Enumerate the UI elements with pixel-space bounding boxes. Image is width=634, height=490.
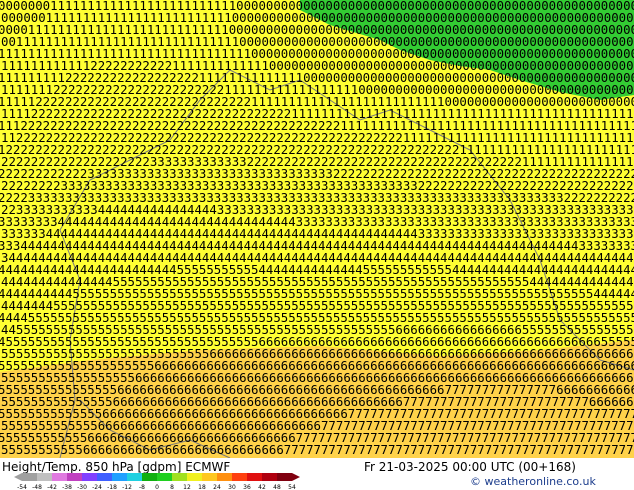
scale-swatch [22, 473, 37, 481]
contour-labels: 0000000111111111111111111111111100000000… [0, 0, 634, 457]
scale-swatch [52, 473, 67, 481]
scale-tick-label: -8 [139, 484, 145, 490]
scale-swatch [262, 473, 277, 481]
map-footer: Height/Temp. 850 hPa [gdpm] ECMWF Fr 21-… [0, 458, 634, 490]
scale-tick-label: -54 [17, 484, 27, 490]
scale-swatch [142, 473, 157, 481]
scale-tick-label: 48 [273, 484, 281, 490]
scale-tick-label: 36 [243, 484, 251, 490]
scale-tick-label: 0 [155, 484, 159, 490]
scale-tick-label: 24 [213, 484, 221, 490]
valid-time: Fr 21-03-2025 00:00 UTC (00+168) [364, 460, 576, 474]
scale-arrow-right [292, 473, 300, 481]
site-credit[interactable]: © weatheronline.co.uk [470, 475, 596, 488]
contour-label-row: 5555555555566666666666666666666666666677… [1, 443, 634, 457]
scale-swatch [232, 473, 247, 481]
scale-swatch [37, 473, 52, 481]
scale-tick-label: 30 [228, 484, 236, 490]
scale-swatch [202, 473, 217, 481]
scale-swatch [217, 473, 232, 481]
scale-tick-label: -12 [122, 484, 132, 490]
scale-swatch [127, 473, 142, 481]
scale-arrow-left [14, 473, 22, 481]
scale-swatch [247, 473, 262, 481]
map-title: Height/Temp. 850 hPa [gdpm] ECMWF [2, 460, 231, 474]
scale-tick-label: 54 [288, 484, 296, 490]
scale-tick-label: 42 [258, 484, 266, 490]
scale-tick-label: -42 [47, 484, 57, 490]
scale-swatch [112, 473, 127, 481]
map-canvas: 0000000111111111111111111111111100000000… [0, 0, 634, 458]
weather-map: 0000000111111111111111111111111100000000… [0, 0, 634, 458]
scale-tick-label: 12 [183, 484, 191, 490]
scale-swatch [97, 473, 112, 481]
copyright-icon: © [470, 475, 481, 488]
scale-swatch [157, 473, 172, 481]
scale-swatch [82, 473, 97, 481]
scale-swatch [277, 473, 292, 481]
scale-tick-label: -30 [77, 484, 87, 490]
scale-tick-label: -18 [107, 484, 117, 490]
scale-tick-label: -24 [92, 484, 102, 490]
scale-swatch [187, 473, 202, 481]
scale-tick-label: -38 [62, 484, 72, 490]
scale-swatch [172, 473, 187, 481]
scale-tick-label: -48 [32, 484, 42, 490]
temperature-color-scale: -54 -48 -42 -38 -30 -24 -18 -12 -8 0 8 12 18 24 30 36 42… [14, 473, 300, 490]
scale-tick-label: 8 [170, 484, 174, 490]
scale-tick-label: 18 [198, 484, 206, 490]
scale-swatch [67, 473, 82, 481]
credit-link[interactable]: weatheronline.co.uk [485, 475, 596, 488]
